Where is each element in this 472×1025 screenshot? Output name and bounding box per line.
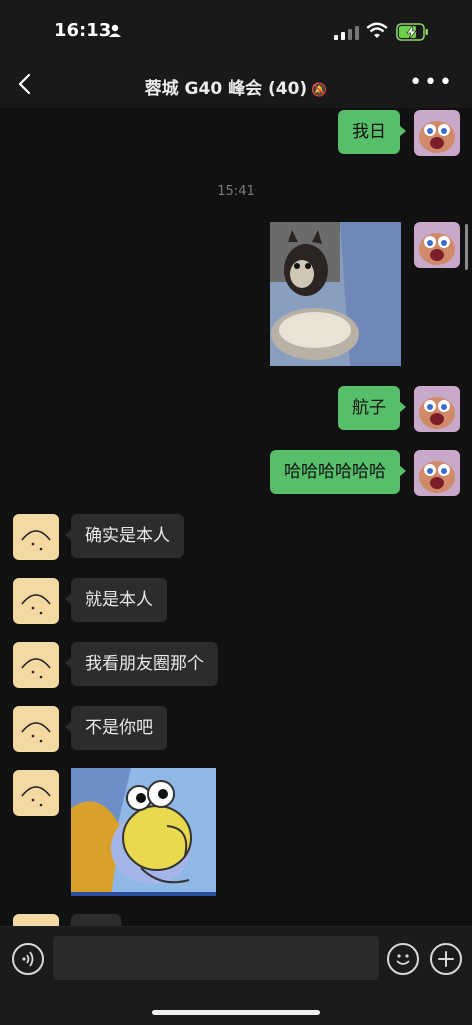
self-avatar[interactable]	[414, 450, 460, 496]
contact-avatar[interactable]	[13, 706, 59, 752]
message-list[interactable]: 我日 15:41 航子 哈哈哈哈哈哈 确实是本人 就是本人 我看朋友圈那个 不是…	[0, 108, 472, 928]
outgoing-message[interactable]: 航子	[338, 386, 406, 430]
more-icon[interactable]: •••	[409, 70, 454, 95]
incoming-message[interactable]: 不是你吧	[65, 706, 167, 750]
clock: 16:13	[54, 20, 112, 41]
self-avatar[interactable]	[414, 222, 460, 268]
person-icon	[109, 24, 121, 37]
contact-avatar[interactable]	[13, 642, 59, 688]
scrollbar[interactable]	[465, 224, 468, 270]
incoming-message[interactable]: 就是本人	[65, 578, 167, 622]
chat-header: 蓉城 G40 峰会 (40) 🔕 •••	[0, 64, 472, 108]
incoming-message[interactable]: 我看朋友圈那个	[65, 642, 218, 686]
incoming-sticker-fish[interactable]	[71, 768, 216, 896]
contact-avatar[interactable]	[13, 578, 59, 624]
outgoing-message[interactable]: 我日	[338, 110, 406, 154]
home-indicator	[152, 1010, 320, 1015]
message-input[interactable]	[53, 936, 379, 980]
battery-icon	[396, 23, 428, 41]
message-timestamp: 15:41	[217, 184, 255, 199]
contact-avatar[interactable]	[13, 770, 59, 816]
outgoing-message[interactable]: 哈哈哈哈哈哈	[270, 450, 406, 494]
self-avatar[interactable]	[414, 110, 460, 156]
outgoing-image-cat[interactable]	[270, 222, 401, 366]
status-bar: 16:13	[0, 0, 472, 64]
plus-icon[interactable]	[430, 943, 462, 975]
signal-icon	[334, 26, 359, 40]
wifi-icon	[366, 22, 388, 38]
input-bar	[0, 926, 472, 1025]
voice-input-icon[interactable]	[12, 943, 44, 975]
emoji-icon[interactable]	[387, 943, 419, 975]
incoming-message[interactable]: 确实是本人	[65, 514, 184, 558]
group-name: 蓉城 G40 峰会 (40)	[144, 79, 308, 99]
self-avatar[interactable]	[414, 386, 460, 432]
chat-title: 蓉城 G40 峰会 (40) 🔕	[0, 74, 472, 99]
contact-avatar[interactable]	[13, 514, 59, 560]
mute-bell-icon: 🔕	[311, 83, 328, 98]
